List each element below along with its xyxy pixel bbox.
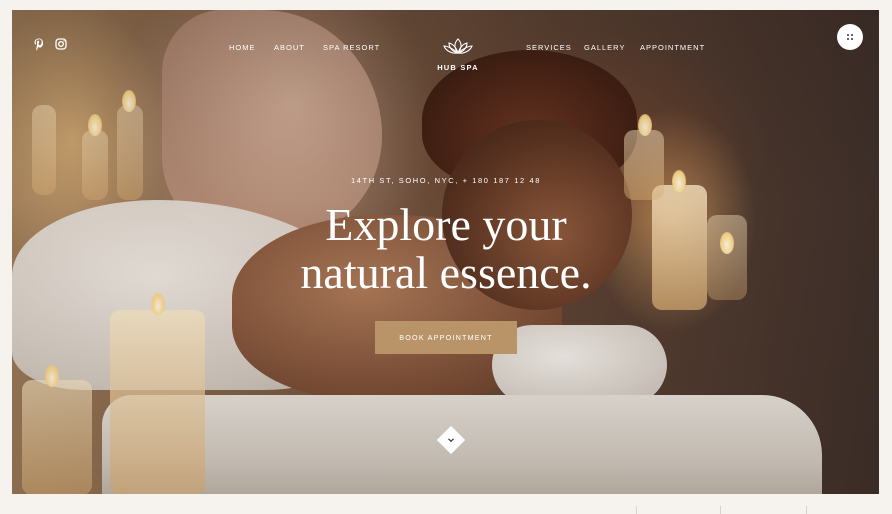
book-appointment-button[interactable]: BOOK APPOINTMENT bbox=[375, 321, 517, 354]
dots-grid-icon bbox=[846, 33, 849, 36]
divider bbox=[806, 506, 807, 514]
nav-spa-resort[interactable]: SPA RESORT bbox=[323, 43, 380, 52]
page: HOME ABOUT SPA RESORT HUB SPA SERVICES G… bbox=[0, 0, 892, 514]
chevron-down-icon bbox=[448, 438, 454, 443]
hero-headline: Explore your natural essence. bbox=[240, 201, 652, 297]
hero-headline-line-2: natural essence. bbox=[300, 247, 592, 298]
hero-headline-line-1: Explore your bbox=[325, 199, 567, 250]
dots-grid-icon bbox=[851, 38, 854, 41]
nav-gallery[interactable]: GALLERY bbox=[584, 43, 625, 52]
logo[interactable]: HUB SPA bbox=[432, 37, 484, 72]
instagram-icon[interactable] bbox=[54, 37, 68, 51]
nav-appointment[interactable]: APPOINTMENT bbox=[640, 43, 705, 52]
hero-section: HOME ABOUT SPA RESORT HUB SPA SERVICES G… bbox=[12, 10, 879, 494]
divider bbox=[636, 506, 637, 514]
dots-grid-icon bbox=[846, 38, 849, 41]
nav-about[interactable]: ABOUT bbox=[274, 43, 305, 52]
dots-grid-icon bbox=[851, 33, 854, 36]
nav-services[interactable]: SERVICES bbox=[526, 43, 572, 52]
hero-address: 14TH ST, SOHO, NYC, + 180 187 12 48 bbox=[350, 176, 542, 185]
lotus-icon bbox=[443, 38, 473, 54]
nav-home[interactable]: HOME bbox=[229, 43, 256, 52]
pinterest-icon[interactable] bbox=[32, 37, 46, 51]
logo-text: HUB SPA bbox=[437, 63, 479, 72]
divider bbox=[720, 506, 721, 514]
menu-button[interactable] bbox=[837, 24, 863, 50]
